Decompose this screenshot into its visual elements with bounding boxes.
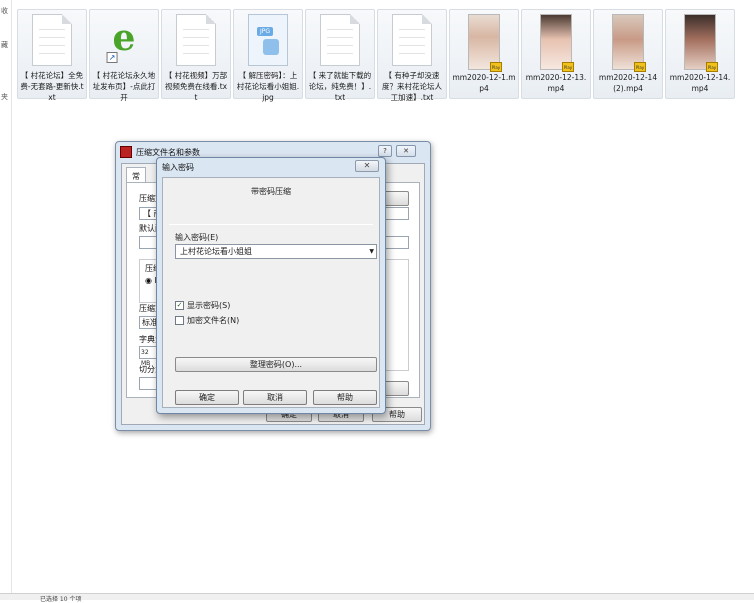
video-thumbnail-icon: Play [612, 14, 646, 72]
cancel-button[interactable]: 取消 [243, 390, 307, 405]
file-name: 【 村花视频】万部视频免费在线看.txt [164, 71, 228, 102]
file-item[interactable]: 【 来了就能下载的论坛，纯免费！】.txt [305, 9, 375, 102]
close-icon[interactable]: ✕ [355, 160, 379, 172]
file-item[interactable]: Play mm2020-12-14(2).mp4 [593, 9, 663, 99]
file-name: 【 村花论坛永久地址发布页】-点此打开 [92, 71, 156, 102]
video-thumbnail-icon: Play [468, 14, 502, 72]
file-name: mm2020-12-14(2).mp4 [598, 73, 658, 93]
text-file-icon [320, 14, 360, 66]
file-item[interactable]: Play mm2020-12-1.mp4 [449, 9, 519, 99]
close-icon[interactable]: ✕ [396, 145, 416, 157]
nav-char: 藏 [1, 41, 8, 49]
file-item[interactable]: 【 村花视频】万部视频免费在线看.txt [161, 9, 231, 102]
checkbox-checked-icon[interactable]: ✓ [175, 301, 184, 310]
encrypt-filenames-label: 加密文件名(N) [187, 316, 240, 325]
encrypt-filenames-checkbox[interactable]: 加密文件名(N) [175, 315, 239, 326]
password-heading: 带密码压缩 [251, 187, 291, 196]
help-button[interactable]: 帮助 [313, 390, 377, 405]
file-name: mm2020-12-13.mp4 [525, 73, 587, 93]
password-dialog: 输入密码 ✕ 带密码压缩 输入密码(E) 上村花论坛看小姐姐 ▼ ✓ 显示密码(… [156, 157, 386, 414]
file-item[interactable]: JPG 【 解压密码】：上村花论坛看小姐姐.jpg [233, 9, 303, 102]
password-dialog-title: 输入密码 [162, 163, 194, 172]
video-thumbnail-icon: Play [540, 14, 574, 72]
nav-char: 收 [1, 7, 8, 15]
nav-char: 夹 [1, 93, 8, 101]
status-bar: 已选择 10 个项 [0, 593, 754, 603]
tab-general[interactable]: 常规 [126, 167, 146, 192]
file-name: 【 有种子却没速度？来村花论坛人工加速】.txt [382, 71, 442, 102]
password-dialog-body: 带密码压缩 输入密码(E) 上村花论坛看小姐姐 ▼ ✓ 显示密码(S) 加密文件… [162, 177, 380, 408]
file-name: 【 村花论坛】全免费-无套路-更新快.txt [20, 71, 84, 102]
password-value: 上村花论坛看小姐姐 [180, 247, 252, 256]
image-file-icon: JPG [248, 14, 288, 66]
winrar-app-icon [120, 146, 132, 158]
browser-shortcut-icon: e ↗ [106, 16, 135, 63]
file-name: mm2020-12-1.mp4 [452, 73, 516, 93]
show-password-label: 显示密码(S) [187, 301, 231, 310]
organize-passwords-button[interactable]: 整理密码(O)... [175, 357, 377, 372]
dropdown-arrow-icon[interactable]: ▼ [369, 245, 374, 258]
text-file-icon [176, 14, 216, 66]
shortcut-arrow-icon: ↗ [106, 52, 118, 63]
file-item[interactable]: Play mm2020-12-13.mp4 [521, 9, 591, 99]
password-dialog-titlebar[interactable]: 输入密码 ✕ [157, 158, 385, 176]
ok-button[interactable]: 确定 [175, 390, 239, 405]
file-item[interactable]: Play mm2020-12-14.mp4 [665, 9, 735, 99]
help-icon[interactable]: ? [378, 145, 392, 157]
file-item[interactable]: 【 有种子却没速度？来村花论坛人工加速】.txt [377, 9, 447, 102]
password-label: 输入密码(E) [175, 233, 219, 242]
file-item[interactable]: e ↗ 【 村花论坛永久地址发布页】-点此打开 [89, 9, 159, 102]
divider [169, 224, 373, 225]
file-name: mm2020-12-14.mp4 [669, 73, 731, 93]
checkbox-unchecked-icon[interactable] [175, 316, 184, 325]
left-navigation-pane: 收 藏 夹 [0, 0, 12, 600]
show-password-checkbox[interactable]: ✓ 显示密码(S) [175, 300, 230, 311]
file-name: 【 解压密码】：上村花论坛看小姐姐.jpg [236, 71, 300, 102]
text-file-icon [32, 14, 72, 66]
video-thumbnail-icon: Play [684, 14, 718, 72]
file-item[interactable]: 【 村花论坛】全免费-无套路-更新快.txt [17, 9, 87, 102]
file-name: 【 来了就能下载的论坛，纯免费！】.txt [308, 71, 372, 102]
password-input[interactable]: 上村花论坛看小姐姐 ▼ [175, 244, 377, 259]
text-file-icon [392, 14, 432, 66]
